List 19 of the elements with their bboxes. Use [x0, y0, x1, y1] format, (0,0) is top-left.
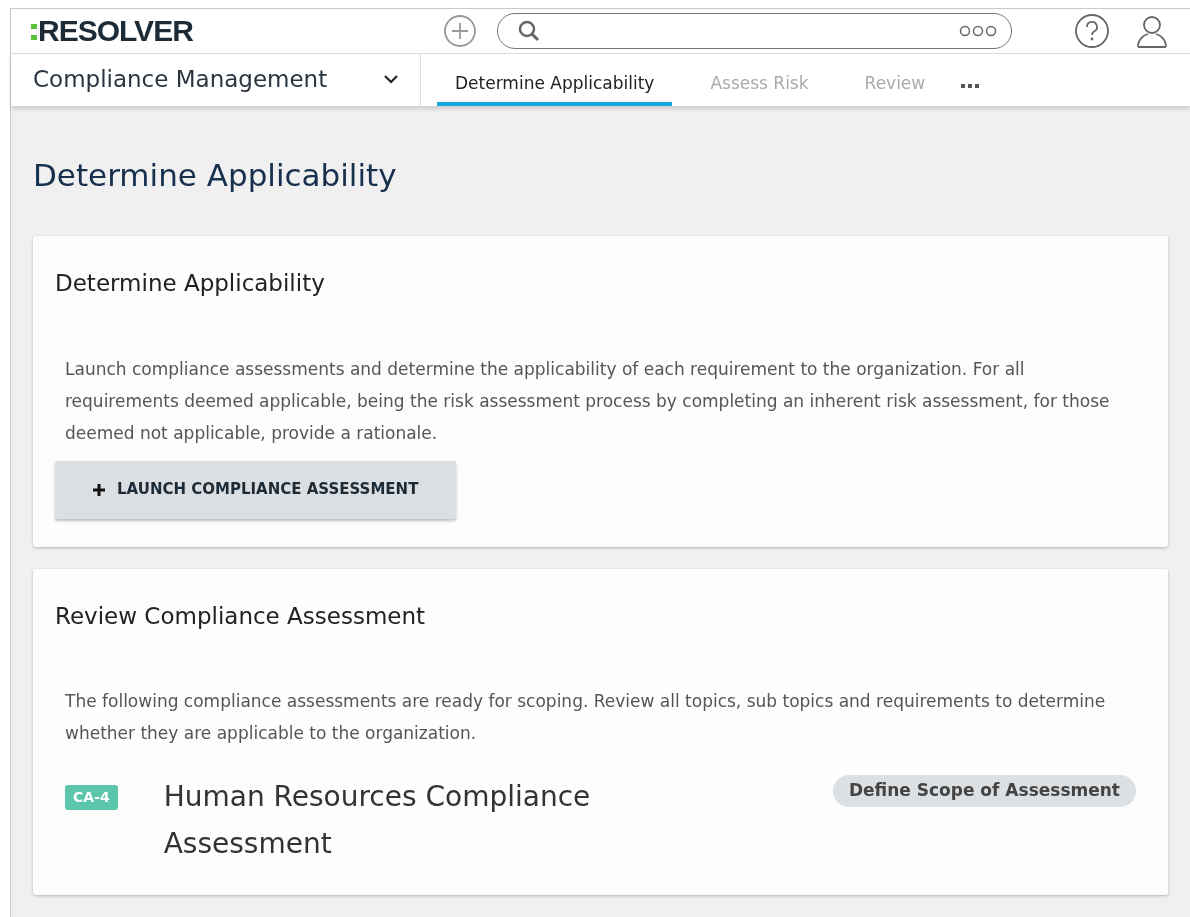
assessment-name[interactable]: Human Resources Compliance Assessment [163, 773, 624, 867]
card-title: Determine Applicability [55, 269, 326, 298]
add-icon[interactable] [442, 13, 477, 48]
search-icon [517, 19, 540, 42]
logo: RESOLVER [38, 15, 193, 46]
id-tag: CA-4 [65, 785, 118, 810]
more-options-icon[interactable] [959, 24, 998, 37]
card-title: Review Compliance Assessment [55, 601, 427, 631]
more-tabs-icon[interactable] [961, 84, 980, 89]
chevron-down-icon [384, 75, 398, 84]
application-selector[interactable]: Compliance Management [11, 53, 421, 106]
launch-button[interactable]: LAUNCH COMPLIANCE ASSESSMENT [55, 460, 457, 519]
status-pill: Define Scope of Assessment [832, 775, 1136, 807]
tab[interactable]: Determine Applicability [437, 53, 673, 106]
page-title: Determine Applicability [33, 155, 398, 195]
description-text: The following compliance assessments are ready for scoping. Review all topics, sub topics and requirements to determine whether they are applicable to the organization. [65, 690, 1107, 745]
help-icon[interactable] [1074, 12, 1111, 49]
plus-icon [93, 483, 105, 496]
description-text: Launch compliance assessments and determine the applicability of each requirement to the organization. For all requirements deemed applicable, being the risk assessment process by completing an inherent risk assessment, for those deemed not applicable, provide a rationale. [65, 357, 1111, 445]
